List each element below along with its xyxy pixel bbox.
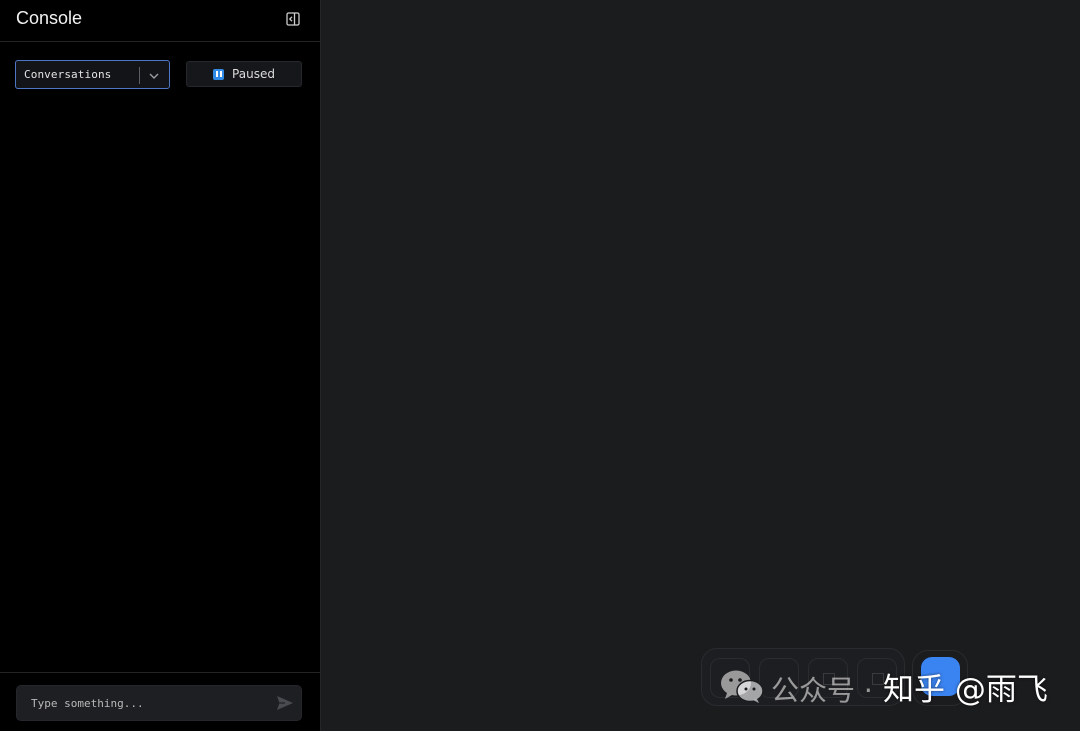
message-input[interactable] <box>17 686 267 720</box>
conversations-select[interactable]: Conversations <box>15 60 170 89</box>
pause-icon <box>213 68 225 80</box>
composer-area <box>0 672 320 731</box>
paused-status-button[interactable]: Paused <box>186 61 302 87</box>
main-canvas <box>321 0 1080 731</box>
chevron-down-icon[interactable] <box>147 69 161 83</box>
console-sidebar: Console Conversations Paused <box>0 0 321 731</box>
sidebar-header: Console <box>0 0 320 42</box>
watermark-account-text: 公众号 · <box>771 674 873 707</box>
sidebar-title: Console <box>16 8 83 28</box>
select-separator <box>139 67 140 84</box>
status-label: Paused <box>232 67 275 81</box>
sidebar-collapse-icon <box>286 12 300 26</box>
watermark-zhihu-text: 知乎 @雨飞 <box>883 672 1048 708</box>
wechat-icon <box>721 670 764 703</box>
send-icon[interactable] <box>276 695 294 711</box>
collapse-sidebar-button[interactable] <box>284 10 302 28</box>
app-window: Console Conversations Paused Type someth… <box>0 0 1080 731</box>
select-value: Conversations <box>24 68 112 81</box>
composer <box>16 685 302 721</box>
